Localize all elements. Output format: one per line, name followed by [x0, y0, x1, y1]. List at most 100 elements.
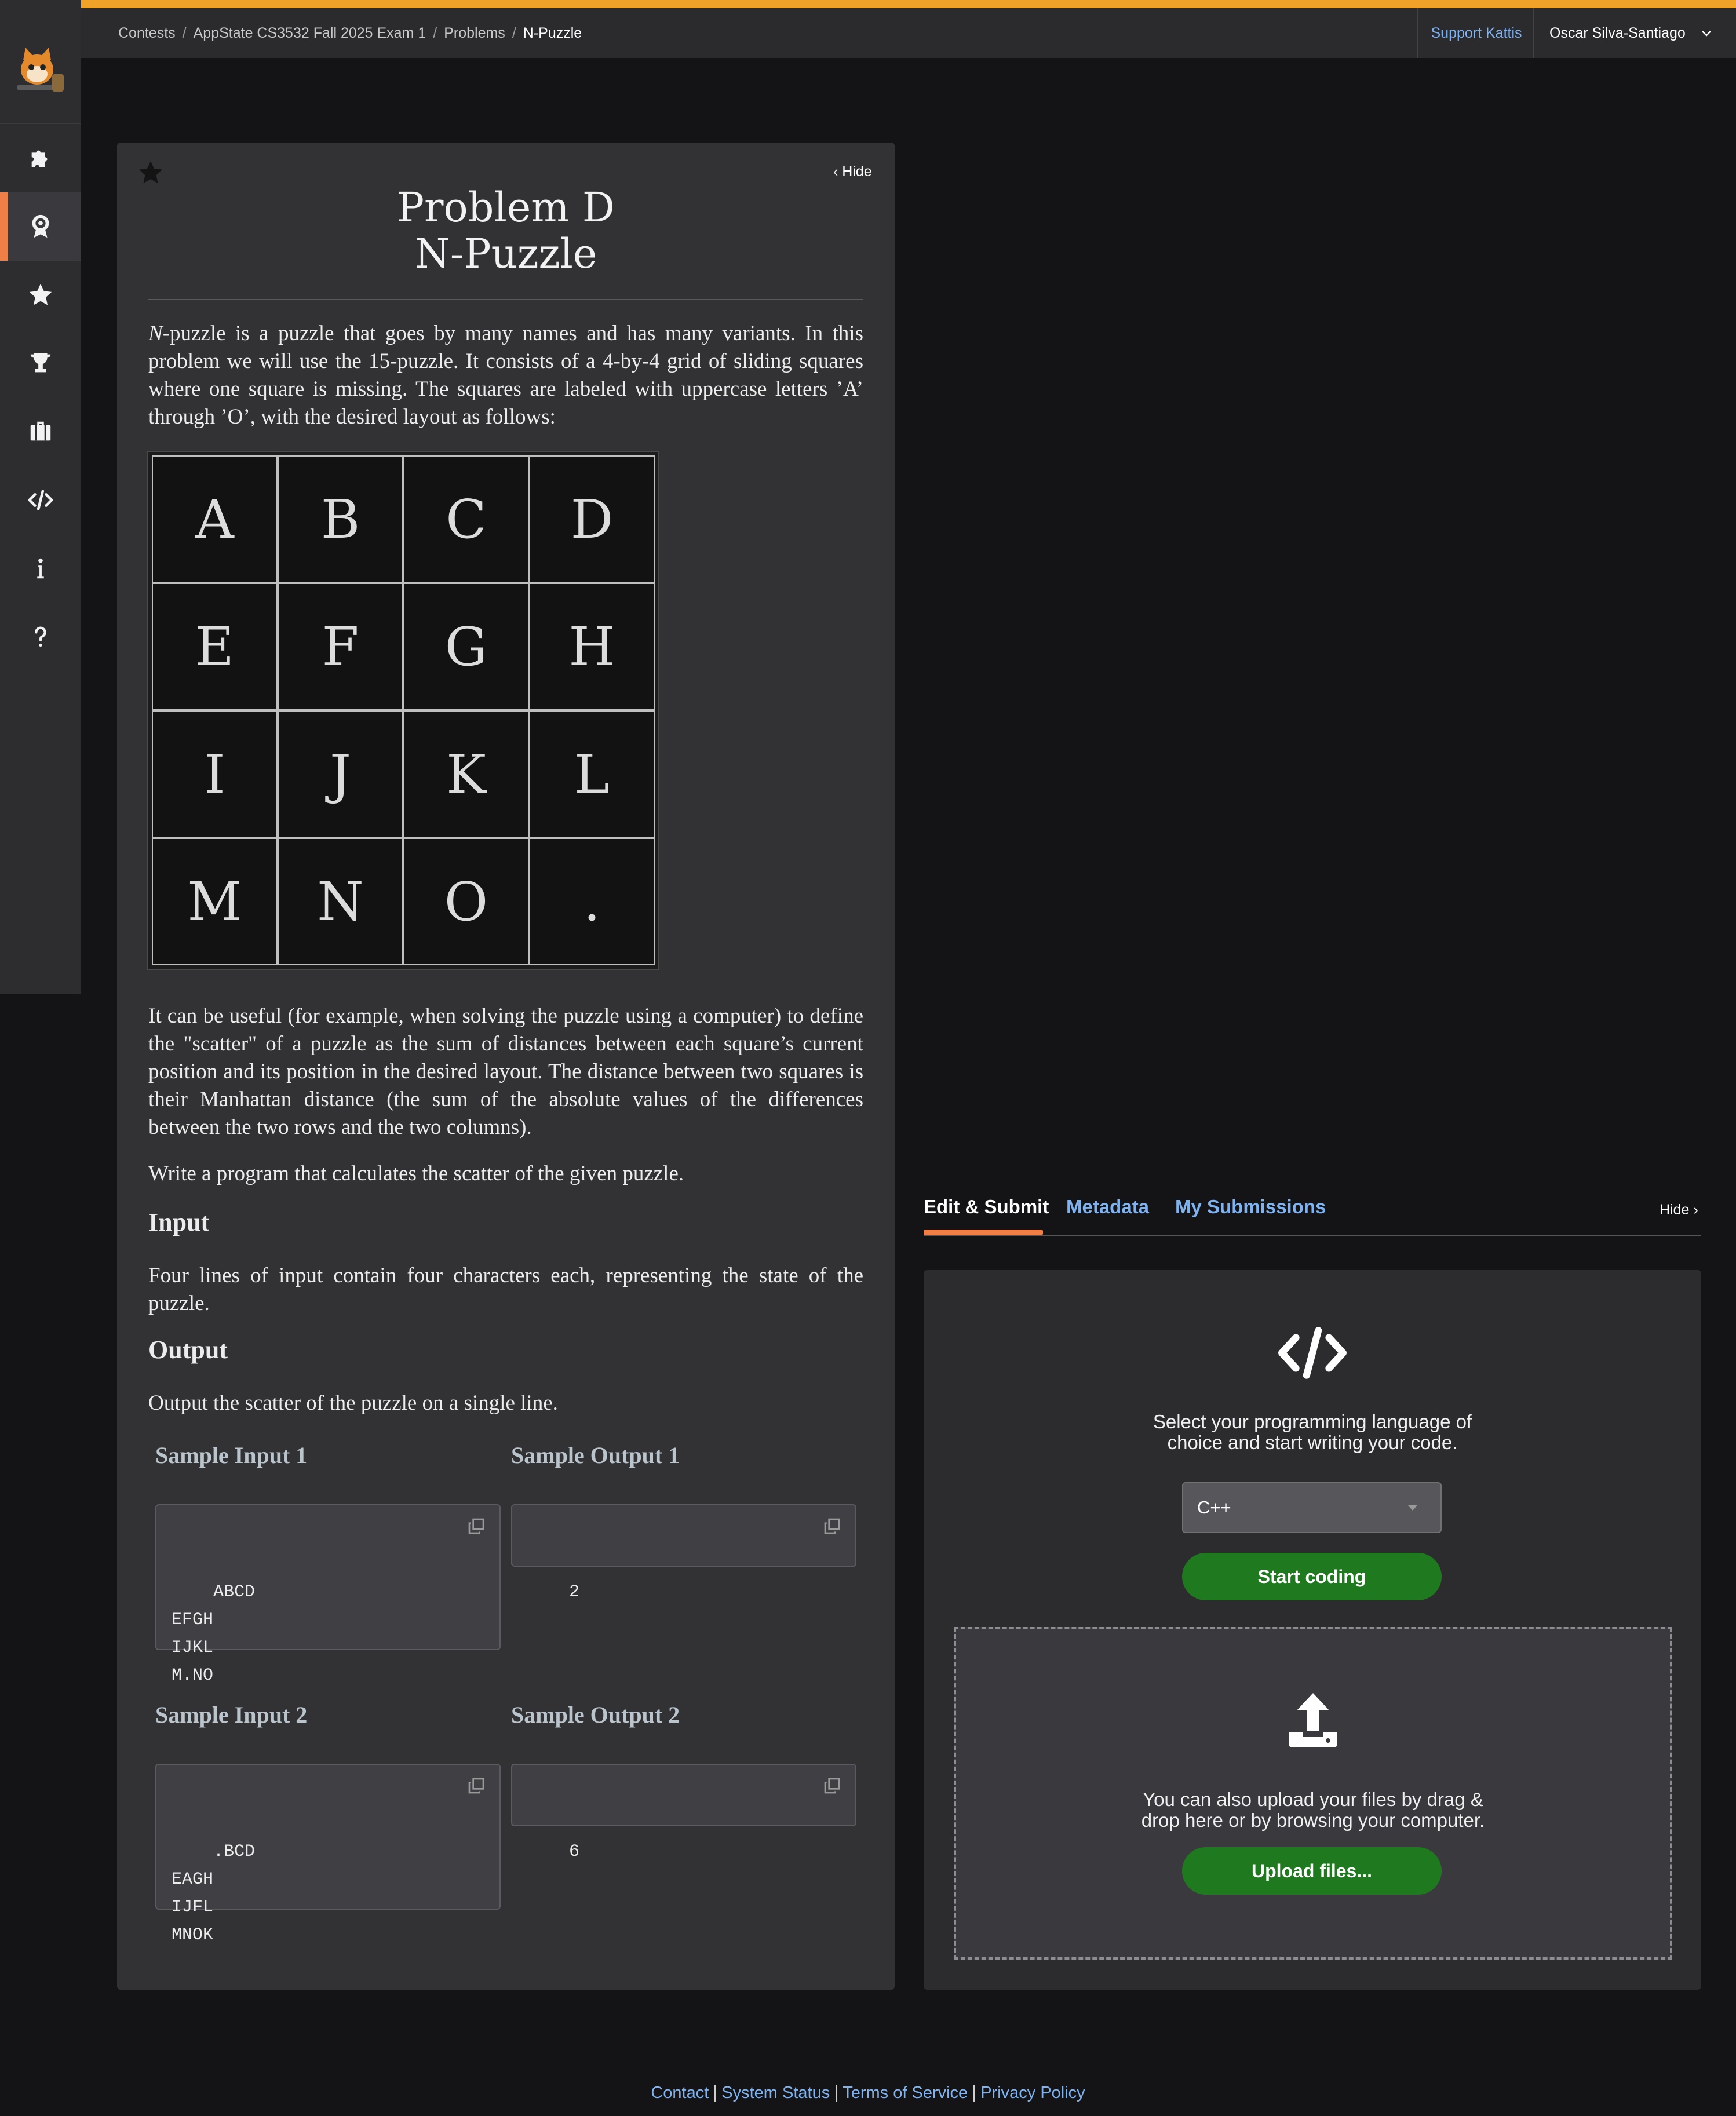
top-accent-bar [0, 0, 1736, 8]
footer-separator [836, 2085, 837, 2103]
footer-link-terms[interactable]: Terms of Service [839, 2084, 971, 2102]
puzzle-icon [31, 150, 48, 167]
sidebar-item-jobs[interactable] [0, 397, 81, 466]
problem-title: Problem D N-Puzzle [117, 184, 895, 277]
language-prompt-line: choice and start writing your code. [1167, 1432, 1458, 1453]
sample-input-text: ABCD EFGH IJKL M.NO [172, 1582, 256, 1685]
sidebar-item-info[interactable] [0, 534, 81, 603]
footer-separator [973, 2085, 975, 2103]
sample-output-label: Sample Output 1 [511, 1442, 680, 1468]
kattis-logo[interactable] [12, 45, 70, 96]
info-icon [37, 558, 44, 579]
tab-my-submissions[interactable]: My Submissions [1175, 1196, 1326, 1218]
sample-output-box[interactable]: 2 [511, 1504, 856, 1602]
user-name: Oscar Silva-Santiago [1549, 24, 1686, 41]
file-dropzone[interactable]: You can also upload your files by drag &… [954, 1627, 1672, 1960]
footer-link-contact[interactable]: Contact [647, 2084, 712, 2102]
breadcrumb-current: N-Puzzle [523, 24, 582, 41]
upload-prompt-line: drop here or by browsing your computer. [1141, 1809, 1485, 1831]
copy-icon[interactable] [823, 1776, 841, 1795]
language-select[interactable]: C++ [1182, 1482, 1442, 1533]
breadcrumb: Contests / AppState CS3532 Fall 2025 Exa… [118, 8, 582, 58]
grid-cell: I [152, 710, 278, 838]
submit-tabs: Edit & Submit Metadata My Submissions [924, 1192, 1701, 1236]
footer-link-privacy[interactable]: Privacy Policy [977, 2084, 1089, 2102]
hide-problem-button[interactable]: ‹ Hide [833, 163, 872, 180]
sidebar-item-contests[interactable] [0, 192, 81, 261]
grid-cell: H [529, 583, 655, 710]
help-icon [35, 626, 46, 647]
grid-cell: M [152, 838, 278, 965]
footer: Contact System Status Terms of Service Priv… [0, 2084, 1736, 2103]
sample-output-label: Sample Output 2 [511, 1702, 680, 1728]
badge-icon [32, 214, 49, 238]
sidebar-item-languages[interactable] [0, 466, 81, 534]
grid-cell: . [529, 838, 655, 965]
upload-icon [1289, 1693, 1337, 1747]
language-value: C++ [1197, 1497, 1231, 1517]
upload-prompt-line: You can also upload your files by drag & [1143, 1789, 1483, 1810]
hide-label: Hide [1660, 1202, 1690, 1218]
problem-description: It can be useful (for example, when solv… [148, 1004, 863, 1139]
chevron-down-icon [1701, 31, 1711, 37]
output-heading: Output [148, 1336, 228, 1364]
problem-name: N-Puzzle [414, 230, 597, 278]
code-icon [1278, 1327, 1347, 1379]
sidebar [0, 0, 81, 994]
sample-input-text: .BCD EAGH IJFL MNOK [172, 1842, 256, 1945]
grid-cell: C [403, 455, 529, 583]
topbar: Contests / AppState CS3532 Fall 2025 Exa… [81, 8, 1736, 58]
footer-link-status[interactable]: System Status [718, 2084, 833, 2102]
sample-input-box[interactable]: .BCD EAGH IJFL MNOK [155, 1764, 501, 1945]
hide-label: Hide [842, 163, 872, 180]
sample-output-box[interactable]: 6 [511, 1764, 856, 1862]
intro-variable: N [148, 322, 163, 345]
breadcrumb-separator: / [512, 24, 516, 41]
problem-letter: Problem D [396, 184, 615, 231]
breadcrumb-separator: / [433, 24, 437, 41]
grid-cell: N [278, 838, 403, 965]
copy-icon[interactable] [823, 1517, 841, 1535]
star-icon [29, 283, 52, 305]
breadcrumb-contest[interactable]: AppState CS3532 Fall 2025 Exam 1 [194, 25, 426, 42]
briefcase-icon [30, 421, 51, 441]
code-icon [28, 490, 53, 510]
input-heading: Input [148, 1208, 210, 1236]
upload-files-button[interactable]: Upload files... [1182, 1847, 1442, 1895]
breadcrumb-contests[interactable]: Contests [118, 25, 176, 42]
grid-cell: G [403, 583, 529, 710]
tab-edit-submit[interactable]: Edit & Submit [924, 1196, 1049, 1218]
sidebar-item-problems[interactable] [0, 124, 81, 192]
favorite-star-icon[interactable] [137, 159, 165, 187]
submit-panel: Select your programming language of choi… [924, 1270, 1701, 1990]
input-description: Four lines of input contain four charact… [148, 1264, 863, 1315]
sample-input-box[interactable]: ABCD EFGH IJKL M.NO [155, 1504, 501, 1685]
grid-cell: K [403, 710, 529, 838]
grid-cell: D [529, 455, 655, 583]
hide-editor-button[interactable]: Hide › [1660, 1202, 1698, 1218]
upload-prompt: You can also upload your files by drag &… [956, 1789, 1670, 1831]
breadcrumb-problems[interactable]: Problems [444, 25, 505, 42]
sidebar-item-rankings[interactable] [0, 329, 81, 397]
problem-intro: N-puzzle is a puzzle that goes by many n… [148, 320, 863, 431]
language-prompt-line: Select your programming language of [1153, 1411, 1472, 1432]
tab-metadata[interactable]: Metadata [1066, 1196, 1149, 1218]
grid-cell: O [403, 838, 529, 965]
language-prompt: Select your programming language of choi… [924, 1411, 1701, 1453]
puzzle-grid-image: A B C D E F G H I J K L M N O . [147, 451, 659, 970]
sample-input-label: Sample Input 2 [155, 1702, 308, 1728]
support-link[interactable]: Support Kattis [1417, 8, 1534, 58]
breadcrumb-separator: / [182, 24, 187, 41]
grid-cell: E [152, 583, 278, 710]
grid-cell: J [278, 710, 403, 838]
active-tab-indicator [924, 1230, 1043, 1235]
start-coding-button[interactable]: Start coding [1182, 1553, 1442, 1600]
grid-cell: A [152, 455, 278, 583]
copy-icon[interactable] [467, 1517, 486, 1535]
user-menu[interactable]: Oscar Silva-Santiago [1533, 8, 1736, 58]
footer-separator [714, 2085, 716, 2103]
copy-icon[interactable] [467, 1776, 486, 1795]
sidebar-item-help[interactable] [0, 603, 81, 671]
intro-text: -puzzle is a puzzle that goes by many na… [148, 322, 863, 429]
sidebar-item-favorites[interactable] [0, 261, 81, 329]
